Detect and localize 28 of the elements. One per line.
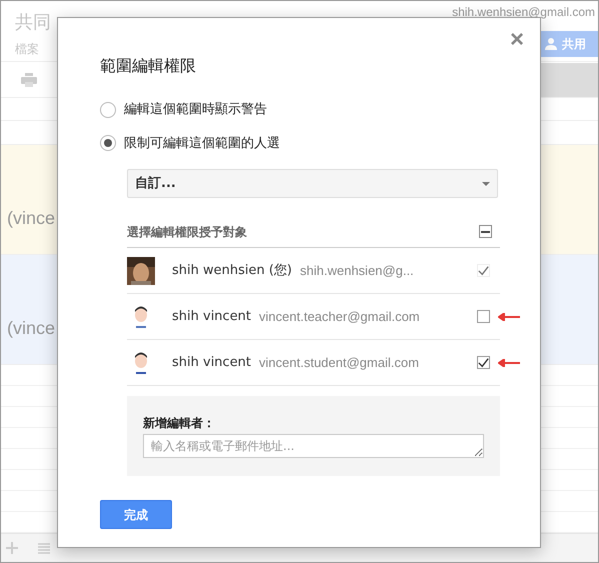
person-name: shih wenhsien (您)	[172, 262, 292, 280]
add-editor-label: 新增編輯者：	[143, 415, 216, 432]
arrow-icon	[498, 359, 520, 367]
person-email: vincent.teacher@gmail.com	[259, 308, 420, 326]
list-header: 選擇編輯權限授予對象	[127, 224, 247, 240]
toolbar-band	[538, 62, 598, 96]
checkbox[interactable]	[477, 310, 490, 323]
person-email: shih.wenhsien@g...	[300, 262, 414, 280]
account-email: shih.wenhsien@gmail.com	[452, 4, 596, 21]
radio-button[interactable]	[100, 102, 116, 118]
print-icon[interactable]	[21, 72, 37, 86]
file-menu[interactable]: 檔案	[15, 40, 51, 58]
permission-dropdown[interactable]: 自訂...	[127, 169, 498, 198]
dialog-title: 範圍編輯權限	[100, 55, 197, 77]
person-icon	[544, 38, 558, 50]
select-all-checkbox[interactable]	[479, 225, 492, 238]
caret-icon	[482, 182, 490, 186]
person-name: shih vincent	[172, 308, 252, 326]
radio-label: 編輯這個範圍時顯示警告	[124, 101, 267, 119]
radio-button[interactable]	[100, 135, 116, 152]
plus-icon[interactable]	[6, 542, 18, 554]
editor-input-field[interactable]: 輸入名稱或電子郵件地址...	[143, 434, 484, 458]
arrow-icon	[498, 313, 520, 321]
checkbox[interactable]	[477, 356, 490, 369]
menu-icon[interactable]	[38, 542, 50, 554]
close-button[interactable]: ×	[510, 28, 524, 52]
document-title: 共同	[15, 11, 51, 35]
done-button[interactable]: 完成	[100, 500, 172, 529]
